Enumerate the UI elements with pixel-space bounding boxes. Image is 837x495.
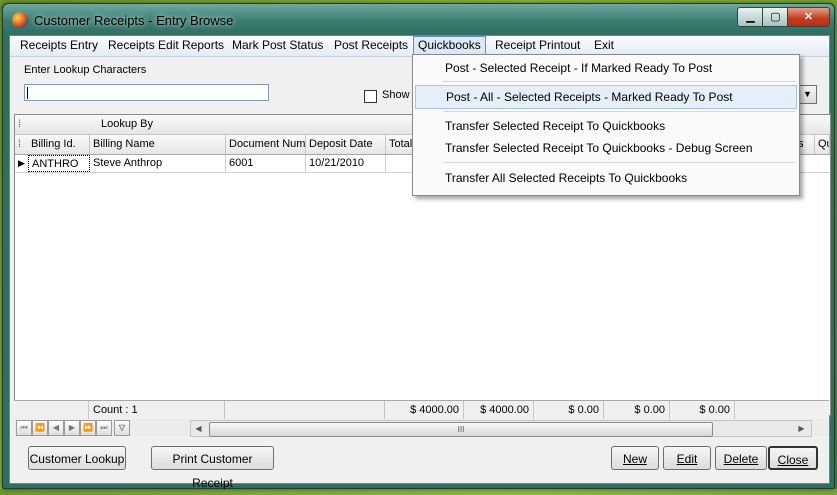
summary-total-3: $ 0.00 <box>534 401 604 419</box>
menu-mark-post-status[interactable]: Mark Post Status <box>228 37 327 54</box>
grid-navigator: ⏮ ⏪ ◀ ▶ ⏩ ⏭ ▽ ◀ III ▶ <box>14 419 829 437</box>
scroll-left-icon[interactable]: ◀ <box>191 421 206 436</box>
summary-total-5: $ 0.00 <box>670 401 735 419</box>
cell-deposit-date[interactable]: 10/21/2010 <box>306 155 386 172</box>
next-record-icon[interactable]: ▶ <box>64 420 80 436</box>
lookup-label: Enter Lookup Characters <box>24 64 147 76</box>
new-button[interactable]: New <box>611 446 659 470</box>
prev-page-icon[interactable]: ⏪ <box>32 420 48 436</box>
last-record-icon[interactable]: ⏭ <box>96 420 112 436</box>
next-page-icon[interactable]: ⏩ <box>80 420 96 436</box>
column-header-billing-id[interactable]: Billing Id. <box>28 135 90 154</box>
menu-receipts-entry[interactable]: Receipts Entry <box>16 37 102 54</box>
menu-item-post-all-selected-receipts[interactable]: Post - All - Selected Receipts - Marked … <box>415 85 797 109</box>
combo-arrow-icon[interactable]: ▼ <box>798 85 817 104</box>
summary-total-2: $ 4000.00 <box>464 401 534 419</box>
menu-quickbooks[interactable]: Quickbooks <box>413 36 486 55</box>
menu-receipt-printout[interactable]: Receipt Printout <box>491 37 584 54</box>
window-title: Customer Receipts - Entry Browse <box>34 13 234 28</box>
menu-item-transfer-selected-receipt-debug[interactable]: Transfer Selected Receipt To Quickbooks … <box>415 137 797 159</box>
menu-receipts-edit-reports[interactable]: Receipts Edit Reports <box>104 37 228 54</box>
title-bar[interactable]: Customer Receipts - Entry Browse ▁ ▢ ✕ <box>3 4 834 35</box>
summary-spacer <box>14 401 89 419</box>
summary-total-4: $ 0.00 <box>604 401 670 419</box>
menu-separator <box>443 111 795 112</box>
show-label: Show <box>382 89 410 101</box>
row-indicator-icon: ▶ <box>18 158 25 168</box>
menu-exit[interactable]: Exit <box>590 37 618 54</box>
delete-button[interactable]: Delete <box>715 446 767 470</box>
menu-item-transfer-all-selected-receipts[interactable]: Transfer All Selected Receipts To Quickb… <box>415 167 797 189</box>
cell-billing-name[interactable]: Steve Anthrop <box>90 155 226 172</box>
prev-record-icon[interactable]: ◀ <box>48 420 64 436</box>
lookup-input[interactable] <box>24 84 269 101</box>
close-button[interactable]: Close <box>768 446 818 470</box>
cell-billing-id[interactable]: ANTHRO <box>28 155 90 172</box>
close-window-button[interactable]: ✕ <box>787 7 830 27</box>
first-record-icon[interactable]: ⏮ <box>16 420 32 436</box>
lookup-by-label: Lookup By <box>101 118 153 130</box>
maximize-button[interactable]: ▢ <box>762 7 789 27</box>
cell-document-num[interactable]: 6001 <box>226 155 306 172</box>
column-header-qu[interactable]: Qu <box>815 135 830 154</box>
column-header-document-num[interactable]: Document Num <box>226 135 306 154</box>
edit-button[interactable]: Edit <box>663 446 711 470</box>
quickbooks-dropdown-menu: Post - Selected Receipt - If Marked Read… <box>412 54 800 196</box>
grid-summary-row: Count : 1 $ 4000.00 $ 4000.00 $ 0.00 $ 0… <box>14 400 829 419</box>
filter-icon[interactable]: ▽ <box>114 420 130 436</box>
grip-icon: ⁞ <box>18 119 21 130</box>
app-logo-icon <box>12 12 28 28</box>
customer-lookup-button[interactable]: Customer Lookup <box>28 446 126 470</box>
summary-spacer <box>225 401 385 419</box>
column-header-billing-name[interactable]: Billing Name <box>90 135 226 154</box>
scroll-right-icon[interactable]: ▶ <box>794 421 809 436</box>
text-caret <box>27 87 28 99</box>
record-count: Count : 1 <box>89 401 225 419</box>
menu-item-post-selected-receipt[interactable]: Post - Selected Receipt - If Marked Read… <box>415 57 797 79</box>
scroll-thumb[interactable]: III <box>209 422 713 437</box>
horizontal-scrollbar[interactable]: ◀ III ▶ <box>190 420 812 437</box>
print-customer-receipt-button[interactable]: Print Customer Receipt <box>151 446 274 490</box>
show-checkbox[interactable] <box>364 90 377 103</box>
column-header-deposit-date[interactable]: Deposit Date <box>306 135 386 154</box>
minimize-button[interactable]: ▁ <box>737 7 764 27</box>
menu-item-transfer-selected-receipt[interactable]: Transfer Selected Receipt To Quickbooks <box>415 115 797 137</box>
summary-total-1: $ 4000.00 <box>385 401 464 419</box>
column-chooser-icon[interactable]: ⁞ <box>18 139 21 150</box>
menu-separator <box>443 81 795 82</box>
menu-post-receipts[interactable]: Post Receipts <box>330 37 412 54</box>
menu-separator <box>443 162 795 163</box>
